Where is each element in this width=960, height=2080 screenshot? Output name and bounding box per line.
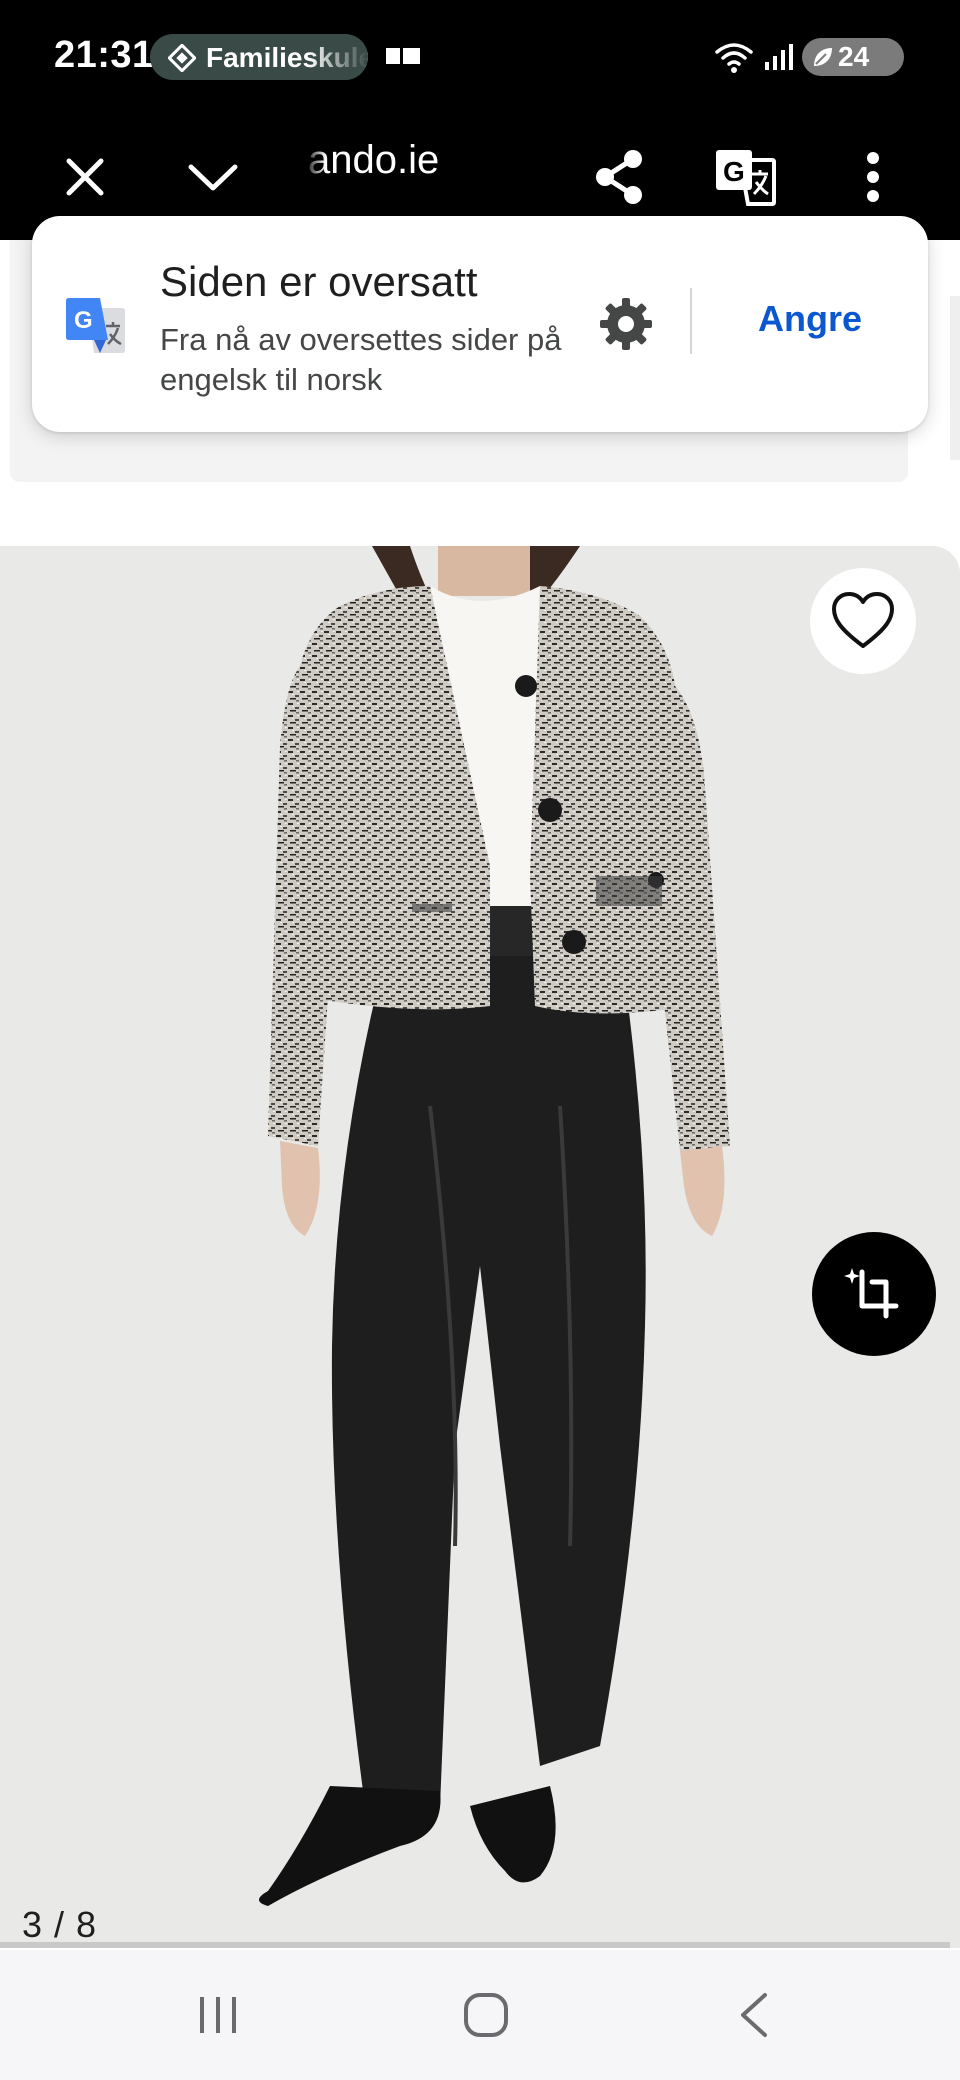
- more-options-button[interactable]: [836, 140, 910, 214]
- image-page-counter: 3 / 8: [22, 1904, 98, 1945]
- favorite-button[interactable]: [810, 568, 916, 674]
- more-vert-icon: [867, 152, 879, 202]
- close-icon: [66, 158, 104, 196]
- home-icon: [464, 1993, 508, 2037]
- notification-pill[interactable]: Familieskule: [150, 34, 368, 80]
- translate-settings-button[interactable]: [594, 292, 658, 356]
- translation-snackbar: G Siden er oversatt Fra nå av oversettes…: [32, 216, 928, 432]
- gallery-progress-track: [0, 1942, 950, 1948]
- url-text[interactable]: ando.ie: [303, 138, 439, 190]
- wifi-icon: [715, 43, 753, 73]
- status-time: 21:31: [54, 34, 154, 76]
- image-search-button[interactable]: [812, 1232, 936, 1356]
- translate-icon: G: [716, 150, 776, 206]
- battery-icon: [814, 48, 832, 66]
- close-button[interactable]: [48, 140, 122, 214]
- heart-icon: [832, 592, 894, 648]
- share-button[interactable]: [582, 140, 656, 214]
- google-translate-icon: G: [66, 298, 125, 353]
- snackbar-title: Siden er oversatt: [160, 258, 478, 305]
- diamond-icon: [168, 44, 196, 72]
- status-bar: 21:31 Familieskule 24: [0, 0, 960, 112]
- undo-translation-button[interactable]: Angre: [758, 298, 862, 340]
- back-icon: [741, 1993, 767, 2037]
- battery-level: 24: [838, 41, 870, 72]
- minimize-button[interactable]: [176, 140, 250, 214]
- share-icon: [596, 150, 642, 204]
- recents-button[interactable]: [178, 1980, 258, 2050]
- crop-icon: [844, 1268, 899, 1319]
- recents-icon: [200, 1997, 236, 2033]
- snackbar-divider: [690, 288, 692, 354]
- translate-button[interactable]: G: [708, 140, 782, 214]
- product-image-gallery[interactable]: 3 / 8: [0, 546, 960, 1948]
- media-icon: [386, 48, 420, 64]
- chevron-down-icon: [188, 164, 238, 191]
- system-navigation-bar: [0, 1950, 960, 2080]
- gear-icon: [600, 298, 652, 350]
- signal-icon: [765, 44, 793, 70]
- product-photo: [0, 546, 960, 1948]
- battery-indicator: 24: [802, 38, 904, 76]
- home-button[interactable]: [446, 1980, 526, 2050]
- svg-text:G: G: [74, 307, 93, 334]
- snackbar-message: Fra nå av oversettes sider på engelsk ti…: [160, 322, 562, 397]
- svg-text:G: G: [723, 156, 745, 187]
- back-button[interactable]: [714, 1980, 794, 2050]
